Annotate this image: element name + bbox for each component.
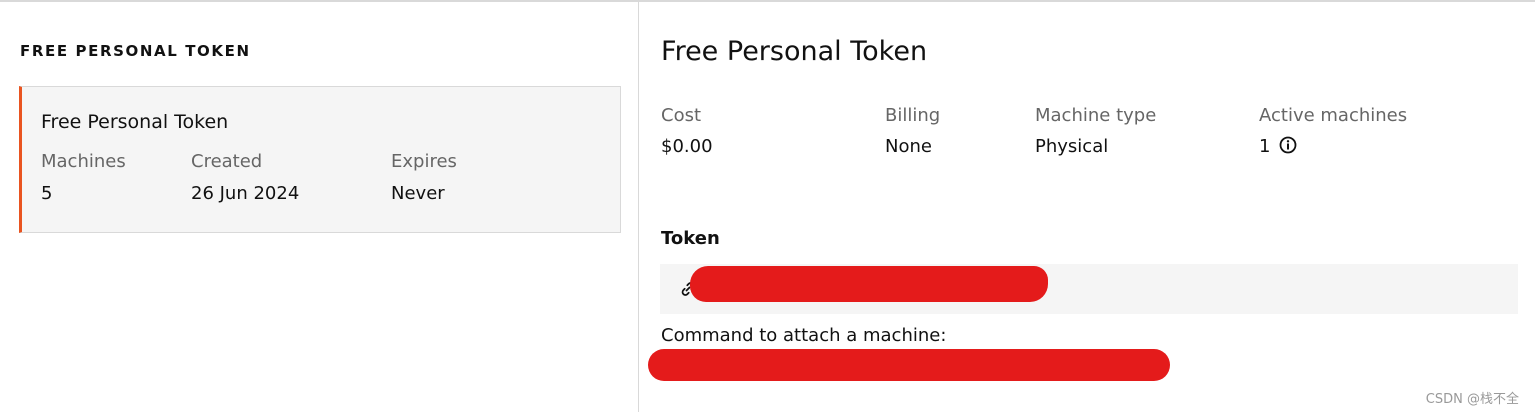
machines-label: Machines [41, 151, 126, 172]
machines-value: 5 [41, 183, 53, 204]
cost-label: Cost [661, 105, 702, 126]
machine-type-value: Physical [1035, 136, 1109, 157]
token-field[interactable] [660, 264, 1518, 314]
watermark: CSDN @栈不全 [1425, 392, 1519, 407]
token-list-heading: FREE PERSONAL TOKEN [20, 42, 251, 60]
command-redaction [648, 349, 1170, 381]
detail-title: Free Personal Token [661, 36, 928, 67]
active-machines-label: Active machines [1259, 105, 1408, 126]
billing-value: None [885, 136, 932, 157]
expires-label: Expires [391, 151, 457, 172]
billing-label: Billing [885, 105, 941, 126]
token-redaction [690, 266, 1048, 302]
attach-command[interactable] [648, 349, 1170, 381]
token-card-title: Free Personal Token [41, 111, 229, 133]
expires-value: Never [391, 183, 445, 204]
attach-command-label: Command to attach a machine: [661, 325, 947, 346]
created-value: 26 Jun 2024 [191, 183, 300, 204]
token-heading: Token [661, 228, 720, 249]
machine-type-label: Machine type [1035, 105, 1157, 126]
active-machines-value: 1 [1259, 136, 1271, 157]
token-detail-pane: Free Personal Token Cost $0.00 Billing N… [640, 2, 1535, 412]
created-label: Created [191, 151, 263, 172]
cost-value: $0.00 [661, 136, 713, 157]
token-card[interactable]: Free Personal Token Machines 5 Created 2… [19, 86, 621, 233]
page: FREE PERSONAL TOKEN Free Personal Token … [0, 0, 1535, 412]
info-circle-icon[interactable] [1279, 136, 1297, 154]
token-list-pane: FREE PERSONAL TOKEN Free Personal Token … [0, 2, 639, 412]
